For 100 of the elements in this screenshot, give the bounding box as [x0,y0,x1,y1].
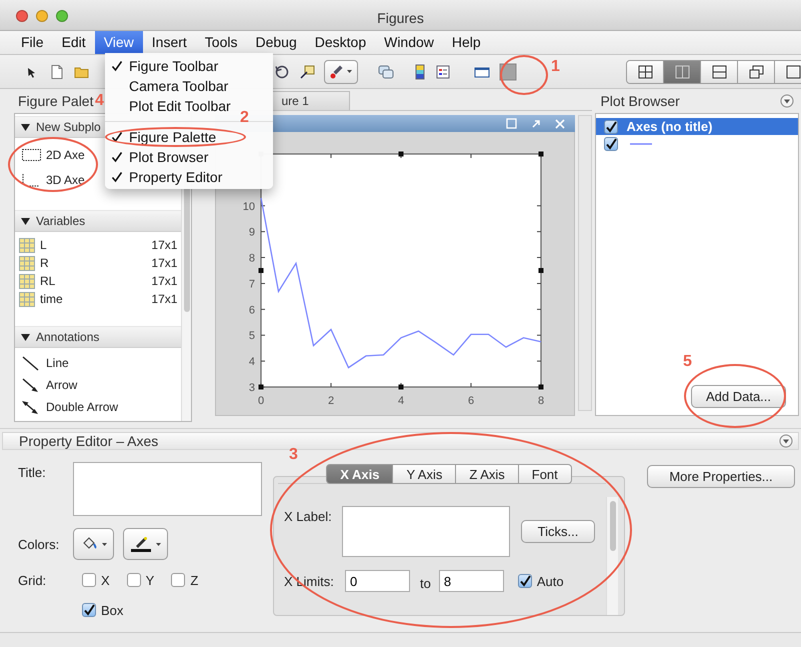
layout-button[interactable] [627,60,664,82]
table-icon [19,274,35,288]
menu-item[interactable]: Edit [52,31,95,54]
colorbar-icon[interactable] [414,64,426,80]
close-button[interactable] [16,10,28,22]
caret-icon [156,542,161,546]
x-label-field[interactable] [342,506,510,557]
checkbox[interactable] [82,603,96,617]
brush-button[interactable] [324,60,358,84]
section-header[interactable]: Variables [15,210,182,232]
ticks-button[interactable]: Ticks... [521,520,595,543]
tool-item[interactable]: Arrow [46,378,78,392]
variable-name[interactable]: time [40,292,63,306]
selection-handle[interactable] [258,268,264,273]
layout-switcher[interactable] [626,60,801,84]
tick-label: 2 [328,395,335,407]
disclosure-icon[interactable] [21,334,30,340]
tick-label: 6 [468,395,475,407]
new-file-icon[interactable] [49,64,65,80]
tool-item[interactable]: Double Arrow [46,400,118,414]
menu-item[interactable]: Figure Toolbar [105,56,222,76]
variable-size: 17x1 [151,292,178,306]
menu-item[interactable]: Debug [246,31,306,54]
add-data-button[interactable]: Add Data... [691,385,786,408]
layout-button[interactable] [701,60,738,82]
checkbox[interactable] [171,573,186,587]
table-icon [19,292,35,306]
checkbox[interactable] [82,573,96,587]
tool-item[interactable]: 2D Axe [46,148,85,162]
tab[interactable]: Z Axis [456,464,519,484]
menu-item[interactable]: Plot Edit Toolbar [105,96,235,116]
layout-button[interactable] [775,60,801,82]
menu-item[interactable]: Plot Browser [105,147,212,167]
title-field[interactable] [73,462,262,516]
figure-tab[interactable]: ure 1 [272,91,350,110]
menu-item[interactable]: File [12,31,53,54]
tool-item[interactable]: Line [46,356,69,370]
checkbox-label: Box [101,602,124,618]
maximize-icon[interactable] [506,118,518,129]
rotate-icon[interactable] [274,64,290,80]
edge-color-button[interactable] [123,528,168,560]
selection-handle[interactable] [398,152,404,156]
disclosure-icon[interactable] [21,124,30,130]
more-properties-button[interactable]: More Properties... [647,465,795,488]
menu-item[interactable]: Insert [142,31,196,54]
tab[interactable]: X Axis [326,464,394,484]
field-label: Colors: [18,536,60,552]
menu-item[interactable]: Desktop [306,31,376,54]
selection-handle[interactable] [538,152,544,156]
checkbox[interactable] [518,574,532,588]
tool-item[interactable]: 3D Axe [46,172,85,186]
menu-item[interactable]: View [94,31,143,54]
menu-item[interactable]: Tools [196,31,246,54]
scrollbar[interactable] [578,115,592,411]
window-icon [786,64,800,78]
zoom-button[interactable] [56,10,68,22]
selection-handle[interactable] [258,384,264,390]
x-max-field[interactable]: 8 [438,570,504,592]
tree-row[interactable]: Axes (no title) [596,118,798,135]
tab[interactable]: Font [518,464,572,484]
collapse-icon[interactable] [779,434,793,448]
variable-name[interactable]: RL [40,274,56,288]
callout-number: 3 [289,446,298,464]
close-icon[interactable] [555,118,566,128]
checkbox[interactable] [126,573,141,587]
square-icon[interactable] [499,62,517,80]
disclosure-icon[interactable] [21,218,30,224]
selection-handle[interactable] [538,268,544,273]
tab[interactable]: Y Axis [393,464,456,484]
fill-color-button[interactable] [73,528,114,560]
selection-handle[interactable] [538,384,544,390]
selection-handle[interactable] [398,384,404,390]
tick-label: 8 [538,395,545,407]
menu-item[interactable]: Help [442,31,490,54]
two-row-icon [712,64,726,78]
x-min-field[interactable]: 0 [345,570,410,592]
variable-name[interactable]: L [40,238,47,252]
tick-label: 8 [249,252,256,265]
caret-icon [347,70,352,73]
checkbox[interactable] [604,120,618,134]
axes-3d-icon [21,172,41,187]
panel-title: Plot Browser [600,93,680,109]
check-icon [111,151,123,163]
undock-icon[interactable] [531,118,542,128]
collapse-icon[interactable] [780,94,794,108]
section-header[interactable]: Annotations [15,326,182,348]
menu-item[interactable]: Property Editor [105,167,226,187]
link-icon[interactable] [377,64,395,80]
data-cursor-icon[interactable] [299,64,315,80]
variable-size: 17x1 [151,256,178,270]
menu-item[interactable]: Camera Toolbar [105,76,232,96]
legend-icon[interactable] [435,64,451,80]
layout-button[interactable] [738,60,775,82]
menu-item[interactable]: Window [375,31,443,54]
scrollbar[interactable] [606,497,618,615]
callout-number: 5 [683,353,692,371]
check-icon [111,171,123,183]
menu-item[interactable]: Figure Palette [105,127,246,147]
variable-name[interactable]: R [40,256,49,270]
checkbox[interactable] [604,136,618,150]
